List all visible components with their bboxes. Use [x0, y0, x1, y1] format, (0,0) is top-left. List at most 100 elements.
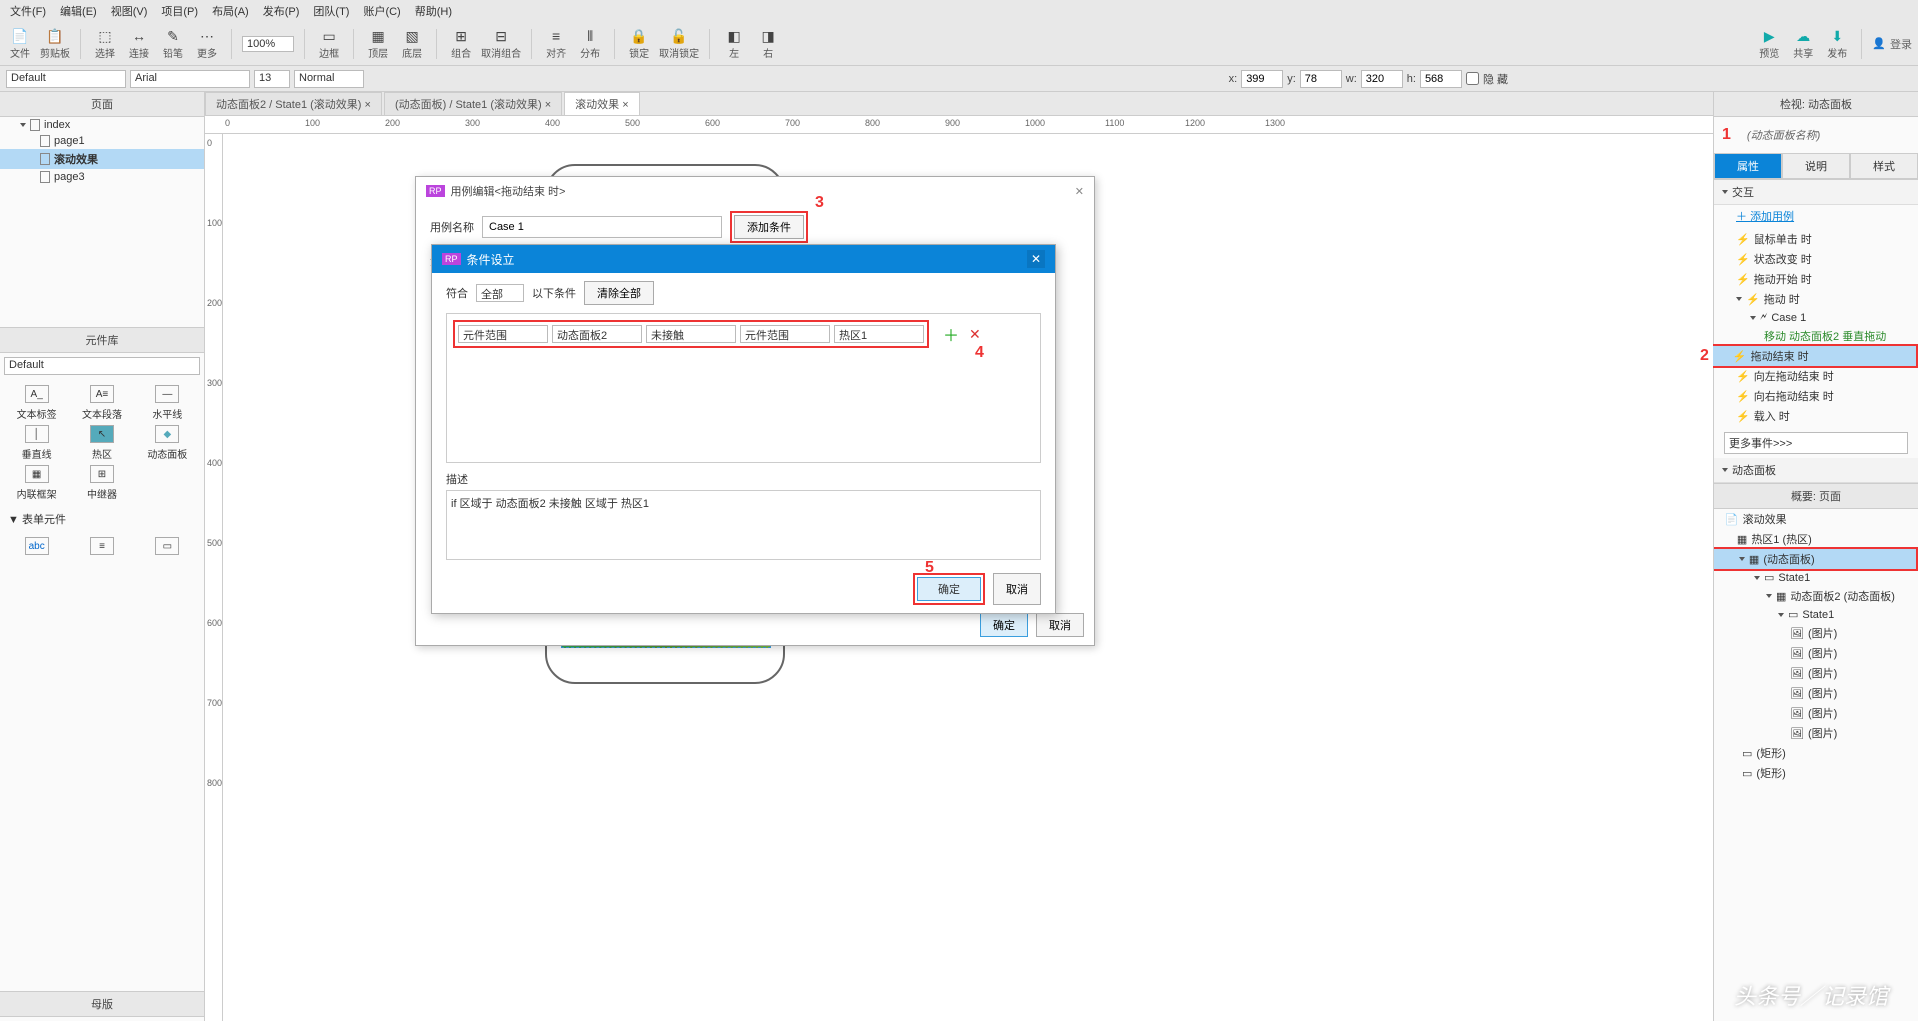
more-tool[interactable]: ⋯更多 [193, 26, 221, 62]
lib-repeater[interactable]: ⊞中继器 [71, 465, 132, 501]
event-drag-left-end[interactable]: ⚡ 向左拖动结束 时 [1714, 366, 1918, 386]
lib-paragraph[interactable]: A≡文本段落 [71, 385, 132, 421]
cond-sel-1[interactable]: 元件范围 [458, 325, 548, 343]
font-select[interactable]: Arial [130, 70, 250, 88]
cancel-button[interactable]: 取消 [993, 573, 1041, 605]
close-icon[interactable]: ✕ [1075, 185, 1084, 198]
lock-tool[interactable]: 🔒锁定 [625, 26, 653, 62]
page-root[interactable]: index [0, 117, 204, 133]
outline-img[interactable]: 🖼 (图片) [1714, 643, 1918, 663]
outline-img[interactable]: 🖼 (图片) [1714, 623, 1918, 643]
back-tool[interactable]: ▧底层 [398, 26, 426, 62]
library-select[interactable]: Default [4, 357, 200, 375]
menu-file[interactable]: 文件(F) [10, 3, 46, 19]
preview-button[interactable]: ▶预览 [1755, 26, 1783, 62]
menu-publish[interactable]: 发布(P) [263, 3, 300, 19]
lib-vr[interactable]: │垂直线 [6, 425, 67, 461]
outline-state1a[interactable]: ▭ State1 [1714, 569, 1918, 586]
align-left[interactable]: ◧左 [720, 26, 748, 62]
cond-sel-2[interactable]: 动态面板2 [552, 325, 642, 343]
login-button[interactable]: 👤登录 [1872, 36, 1912, 52]
outline-rect[interactable]: ▭ (矩形) [1714, 743, 1918, 763]
close-icon[interactable]: ✕ [1027, 250, 1045, 268]
event-state-change[interactable]: ⚡ 状态改变 时 [1714, 249, 1918, 269]
tab-properties[interactable]: 属性 [1714, 153, 1782, 179]
page-item[interactable]: page3 [0, 169, 204, 185]
align-tool[interactable]: ≡对齐 [542, 26, 570, 62]
menu-account[interactable]: 账户(C) [363, 3, 400, 19]
outline-state1b[interactable]: ▭ State1 [1714, 606, 1918, 623]
ungroup-tool[interactable]: ⊟取消组合 [481, 26, 521, 62]
border-tool[interactable]: ▭边框 [315, 26, 343, 62]
widget-name-input[interactable]: (动态面板名称) [1737, 121, 1830, 149]
case-name-input[interactable] [482, 216, 722, 238]
cond-sel-5[interactable]: 热区1 [834, 325, 924, 343]
lib-iframe[interactable]: ▦内联框架 [6, 465, 67, 501]
menu-view[interactable]: 视图(V) [111, 3, 148, 19]
publish-button[interactable]: ⬇发布 [1823, 26, 1851, 62]
event-drag-right-end[interactable]: ⚡ 向右拖动结束 时 [1714, 386, 1918, 406]
menu-edit[interactable]: 编辑(E) [60, 3, 97, 19]
clear-all-button[interactable]: 清除全部 [584, 281, 654, 305]
fontsize-select[interactable]: 13 [254, 70, 290, 88]
canvas[interactable]: 0 100 200 300 400 500 600 700 800 RP 用例编… [205, 134, 1713, 1021]
event-click[interactable]: ⚡ 鼠标单击 时 [1714, 229, 1918, 249]
move-action[interactable]: 移动 动态面板2 垂直拖动 [1714, 326, 1918, 346]
match-select[interactable]: 全部 [476, 284, 524, 302]
lib-form-1[interactable]: abc [6, 537, 67, 555]
add-condition-button[interactable]: 添加条件 [734, 215, 804, 239]
lib-hr[interactable]: —水平线 [137, 385, 198, 421]
clipboard-group[interactable]: 📋剪贴板 [40, 26, 70, 62]
lib-text-label[interactable]: A_文本标签 [6, 385, 67, 421]
outline-dp2[interactable]: ▦ 动态面板2 (动态面板) [1714, 586, 1918, 606]
event-drag[interactable]: ⚡ 拖动 时 [1714, 289, 1918, 309]
style-select[interactable]: Default [6, 70, 126, 88]
outline-dp[interactable]: ▦ (动态面板) [1714, 547, 1918, 571]
connect-tool[interactable]: ↔连接 [125, 26, 153, 62]
lib-hotspot[interactable]: ↖热区 [71, 425, 132, 461]
menu-project[interactable]: 项目(P) [161, 3, 198, 19]
weight-select[interactable]: Normal [294, 70, 364, 88]
outline-rect[interactable]: ▭ (矩形) [1714, 763, 1918, 783]
tab-notes[interactable]: 说明 [1782, 153, 1850, 179]
group-tool[interactable]: ⊞组合 [447, 26, 475, 62]
outline-hotspot[interactable]: ▦ 热区1 (热区) [1714, 529, 1918, 549]
tab-2[interactable]: 滚动效果 × [564, 92, 639, 115]
back-cancel-button[interactable]: 取消 [1036, 613, 1084, 637]
add-case-link[interactable]: ＋ 添加用例 [1714, 205, 1918, 227]
event-load[interactable]: ⚡ 载入 时 [1714, 406, 1918, 426]
case-1[interactable]: 🗲 Case 1 [1714, 309, 1918, 326]
share-button[interactable]: ☁共享 [1789, 26, 1817, 62]
page-item-selected[interactable]: 滚动效果 [0, 149, 204, 169]
lib-form-3[interactable]: ▭ [137, 537, 198, 555]
outline-img[interactable]: 🖼 (图片) [1714, 703, 1918, 723]
add-condition-icon[interactable]: ＋ [943, 322, 959, 346]
cond-sel-3[interactable]: 未接触 [646, 325, 736, 343]
page-item[interactable]: page1 [0, 133, 204, 149]
event-drag-start[interactable]: ⚡ 拖动开始 时 [1714, 269, 1918, 289]
ok-button[interactable]: 确定 [917, 577, 981, 601]
desc-textarea[interactable]: if 区域于 动态面板2 未接触 区域于 热区1 [446, 490, 1041, 560]
unlock-tool[interactable]: 🔓取消锁定 [659, 26, 699, 62]
more-events-select[interactable]: 更多事件>>> [1724, 432, 1908, 454]
dp-section[interactable]: 动态面板 [1714, 458, 1918, 483]
hide-checkbox[interactable] [1466, 72, 1479, 85]
outline-root[interactable]: 📄 滚动效果 [1714, 509, 1918, 529]
interaction-section[interactable]: 交互 [1714, 180, 1918, 205]
menu-layout[interactable]: 布局(A) [212, 3, 249, 19]
front-tool[interactable]: ▦顶层 [364, 26, 392, 62]
pen-tool[interactable]: ✎铅笔 [159, 26, 187, 62]
outline-img[interactable]: 🖼 (图片) [1714, 683, 1918, 703]
event-drag-end[interactable]: ⚡ 拖动结束 时 [1709, 344, 1918, 368]
lib-dynamic-panel[interactable]: ◆动态面板 [137, 425, 198, 461]
tab-0[interactable]: 动态面板2 / State1 (滚动效果) × [205, 92, 382, 115]
lib-section-forms[interactable]: ▼ 表单元件 [0, 507, 204, 531]
h-input[interactable] [1420, 70, 1462, 88]
outline-img[interactable]: 🖼 (图片) [1714, 723, 1918, 743]
y-input[interactable] [1300, 70, 1342, 88]
menu-team[interactable]: 团队(T) [313, 3, 349, 19]
file-group[interactable]: 📄文件 [6, 26, 34, 62]
delete-condition-icon[interactable]: ✕ [969, 326, 981, 343]
align-right[interactable]: ◨右 [754, 26, 782, 62]
lib-form-2[interactable]: ≡ [71, 537, 132, 555]
